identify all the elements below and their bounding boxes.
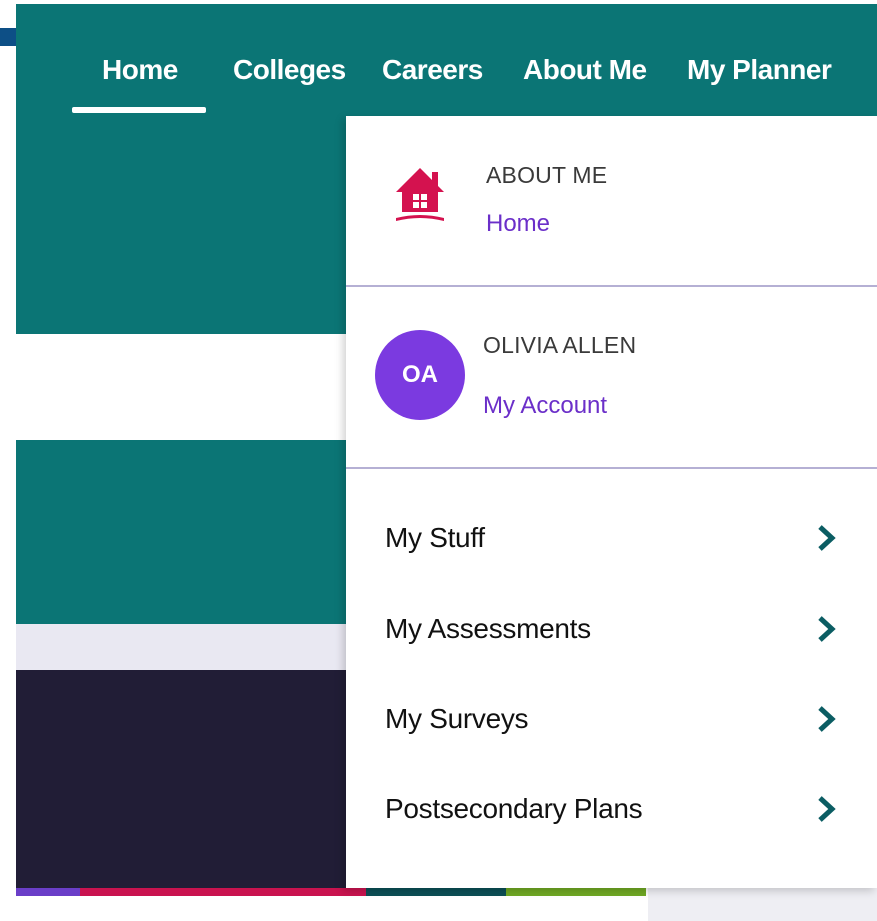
feature-banner [16, 440, 356, 624]
about-me-dropdown-menu: ABOUT ME Home OA OLIVIA ALLEN My Account… [346, 116, 877, 888]
about-me-section[interactable]: ABOUT ME Home [346, 116, 877, 285]
hero-banner [16, 116, 356, 334]
nav-item-colleges[interactable]: Colleges [233, 54, 346, 86]
app-viewport: Home Colleges Careers About Me My Planne… [0, 0, 877, 921]
section-separator [16, 624, 356, 670]
chevron-right-icon [818, 616, 836, 642]
menu-item-label: My Surveys [385, 703, 529, 734]
color-stripe-green [506, 888, 646, 896]
account-section[interactable]: OA OLIVIA ALLEN My Account [346, 287, 877, 467]
content-strip [16, 334, 356, 440]
my-account-link[interactable]: My Account [483, 392, 607, 420]
avatar: OA [375, 330, 465, 420]
menu-item-label: My Assessments [385, 613, 591, 644]
about-me-home-link[interactable]: Home [486, 210, 550, 238]
color-stripe-purple [16, 888, 80, 896]
color-stripe-magenta [80, 888, 366, 896]
color-stripe-teal [366, 888, 506, 896]
menu-item-my-surveys[interactable]: My Surveys [346, 674, 877, 764]
footer-block [16, 670, 356, 888]
menu-item-postsecondary-plans[interactable]: Postsecondary Plans [346, 764, 877, 854]
nav-item-about-me[interactable]: About Me [523, 54, 647, 86]
chevron-right-icon [818, 796, 836, 822]
account-name: OLIVIA ALLEN [483, 332, 637, 358]
about-me-heading: ABOUT ME [486, 162, 608, 188]
active-nav-indicator [72, 107, 206, 113]
nav-item-careers[interactable]: Careers [382, 54, 483, 86]
menu-item-my-stuff[interactable]: My Stuff [346, 493, 877, 583]
nav-item-home[interactable]: Home [102, 54, 178, 86]
nav-item-my-planner[interactable]: My Planner [687, 54, 832, 86]
menu-item-my-assessments[interactable]: My Assessments [346, 584, 877, 674]
chevron-right-icon [818, 706, 836, 732]
menu-item-label: My Stuff [385, 522, 485, 553]
account-menu-list: My Stuff My Assessments My Surveys Posts… [346, 469, 877, 888]
house-icon [396, 168, 444, 221]
chevron-right-icon [818, 525, 836, 551]
menu-item-label: Postsecondary Plans [385, 793, 643, 824]
top-navigation-bar: Home Colleges Careers About Me My Planne… [16, 4, 877, 116]
page-background [648, 888, 877, 921]
